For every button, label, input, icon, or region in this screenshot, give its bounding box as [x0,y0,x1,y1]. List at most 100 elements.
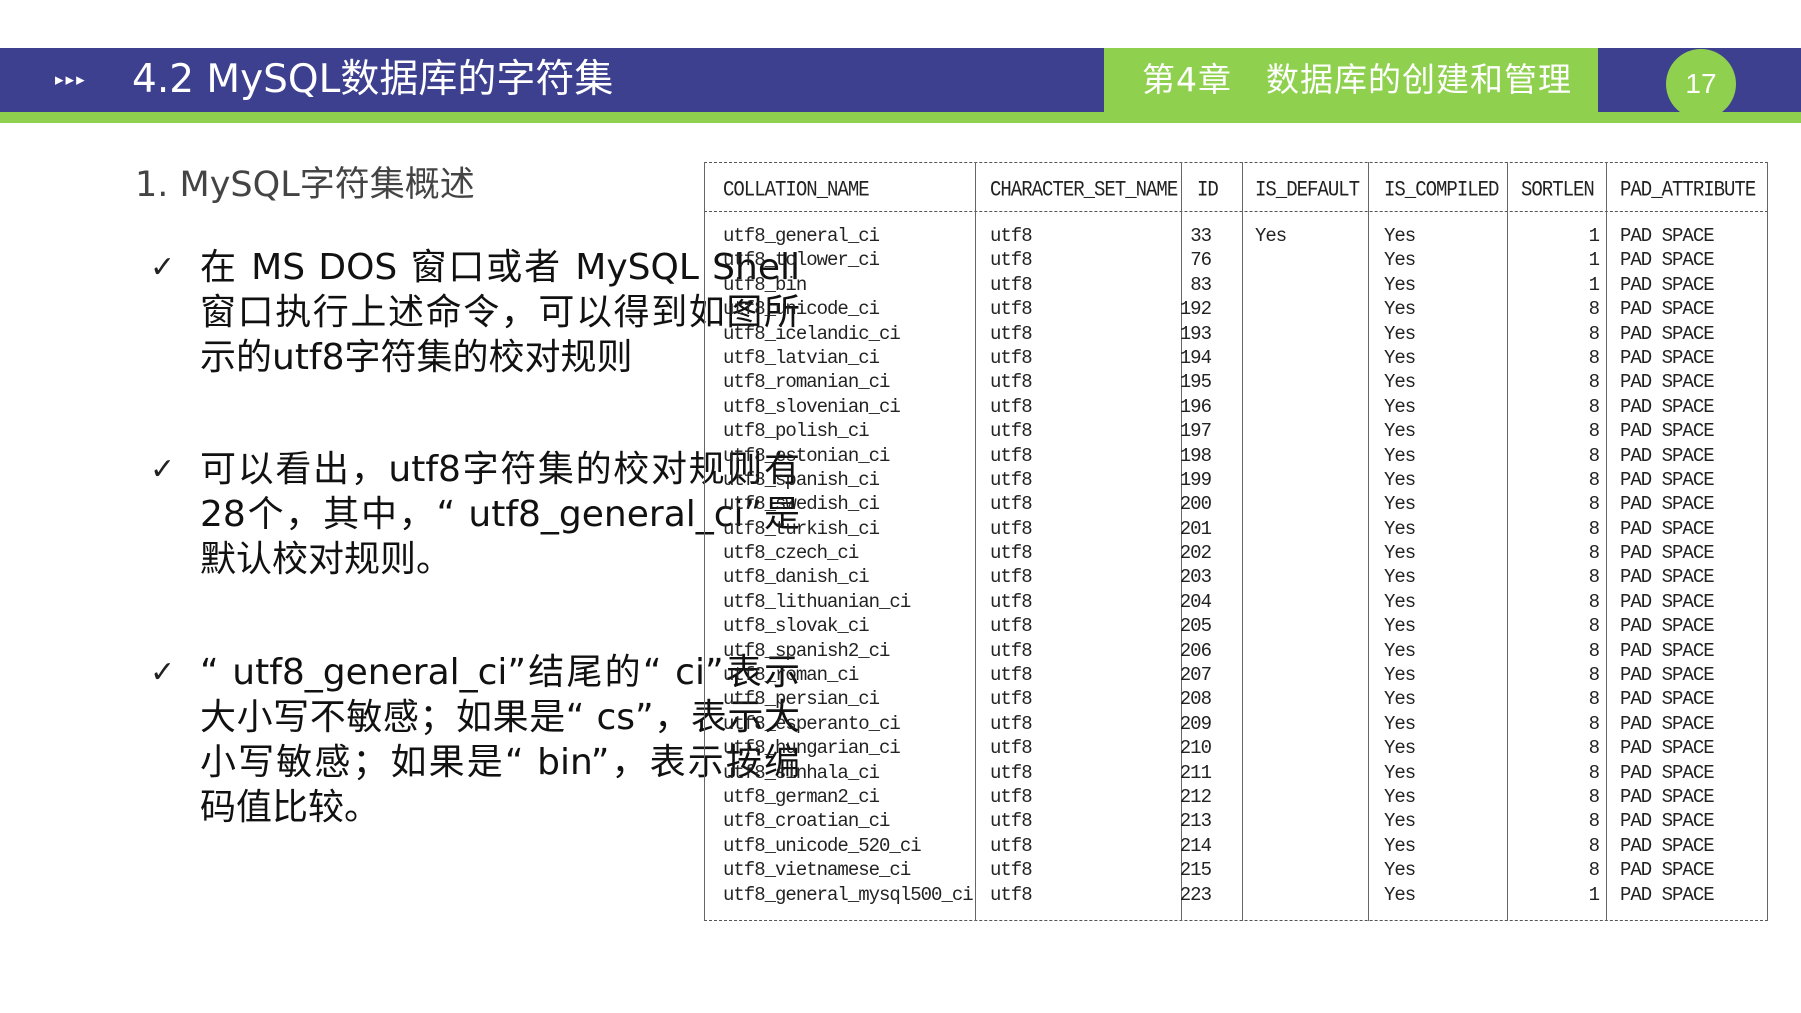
table-row: utf8_icelandic_ci utf8 193 Yes 8 PAD SPACE [704,322,1768,346]
sortlen-cell: 8 [1588,444,1600,467]
charset-cell: utf8 [990,761,1033,784]
column-header: IS_COMPILED [1384,177,1499,203]
is-compiled-cell: Yes [1384,810,1416,833]
sortlen-cell: 8 [1588,395,1600,418]
table-row: utf8_croatian_ci utf8 213 Yes 8 PAD SPACE [704,809,1768,833]
is-compiled-cell: Yes [1384,395,1416,418]
sortlen-cell: 1 [1588,249,1600,272]
pad-attribute-cell: PAD SPACE [1620,322,1715,345]
is-compiled-cell: Yes [1384,834,1416,857]
table-row: utf8_esperanto_ci utf8 209 Yes 8 PAD SPACE [704,712,1768,736]
pad-attribute-cell: PAD SPACE [1620,517,1715,540]
id-cell: 203 [1179,566,1212,589]
pad-attribute-cell: PAD SPACE [1620,810,1715,833]
is-compiled-cell: Yes [1384,371,1416,394]
id-cell: 199 [1179,468,1212,491]
sortlen-cell: 8 [1588,590,1600,613]
sortlen-cell: 8 [1588,542,1600,565]
is-compiled-cell: Yes [1384,883,1416,906]
collation-name-cell: utf8_icelandic_ci [723,322,901,345]
collation-name-cell: utf8_persian_ci [723,688,880,711]
table-row: utf8_slovenian_ci utf8 196 Yes 8 PAD SPACE [704,395,1768,419]
collation-name-cell: utf8_danish_ci [723,566,870,589]
table-row: utf8_hungarian_ci utf8 210 Yes 8 PAD SPACE [704,736,1768,760]
table-row: utf8_spanish2_ci utf8 206 Yes 8 PAD SPACE [704,639,1768,663]
collation-name-cell: utf8_turkish_ci [723,517,880,540]
pad-attribute-cell: PAD SPACE [1620,395,1715,418]
id-cell: 215 [1179,859,1212,882]
is-compiled-cell: Yes [1384,590,1416,613]
id-cell: 198 [1179,444,1212,467]
id-cell: 213 [1179,810,1212,833]
charset-cell: utf8 [990,737,1033,760]
id-cell: 211 [1179,761,1212,784]
charset-cell: utf8 [990,322,1033,345]
pad-attribute-cell: PAD SPACE [1620,444,1715,467]
collation-name-cell: utf8_unicode_520_ci [723,834,922,857]
column-header: SORTLEN [1521,177,1595,203]
pad-attribute-cell: PAD SPACE [1620,542,1715,565]
is-compiled-cell: Yes [1384,346,1416,369]
pad-attribute-cell: PAD SPACE [1620,493,1715,516]
collation-name-cell: utf8_roman_ci [723,664,859,687]
id-cell: 197 [1179,420,1212,443]
charset-cell: utf8 [990,468,1033,491]
check-icon: ✓ [150,452,176,487]
table-row: utf8_latvian_ci utf8 194 Yes 8 PAD SPACE [704,346,1768,370]
is-compiled-cell: Yes [1384,615,1416,638]
pad-attribute-cell: PAD SPACE [1620,420,1715,443]
is-compiled-cell: Yes [1384,542,1416,565]
table-header-separator [704,211,1768,212]
table-row: utf8_general_mysql500_ci utf8 223 Yes 1 PAD S… [704,883,1768,907]
sortlen-cell: 8 [1588,761,1600,784]
table-border-bottom [704,920,1768,921]
collation-name-cell: utf8_croatian_ci [723,810,890,833]
collation-name-cell: utf8_german2_ci [723,785,880,808]
table-row: utf8_slovak_ci utf8 205 Yes 8 PAD SPACE [704,614,1768,638]
chapter-label: 第4章 数据库的创建和管理 [1142,60,1572,99]
pad-attribute-cell: PAD SPACE [1620,761,1715,784]
sortlen-cell: 8 [1588,639,1600,662]
id-cell: 208 [1179,688,1212,711]
is-compiled-cell: Yes [1384,664,1416,687]
charset-cell: utf8 [990,615,1033,638]
pad-attribute-cell: PAD SPACE [1620,859,1715,882]
collation-name-cell: utf8_slovenian_ci [723,395,901,418]
sortlen-cell: 8 [1588,566,1600,589]
collation-name-cell: utf8_romanian_ci [723,371,890,394]
collation-name-cell: utf8_swedish_ci [723,493,880,516]
is-compiled-cell: Yes [1384,785,1416,808]
charset-cell: utf8 [990,273,1033,296]
section-heading: 1. MySQL字符集概述 [135,165,475,205]
collation-name-cell: utf8_bin [723,273,807,296]
table-row: utf8_estonian_ci utf8 198 Yes 8 PAD SPACE [704,444,1768,468]
sortlen-cell: 8 [1588,420,1600,443]
sortlen-cell: 8 [1588,298,1600,321]
pad-attribute-cell: PAD SPACE [1620,639,1715,662]
id-cell: 192 [1179,298,1212,321]
table-row: utf8_roman_ci utf8 207 Yes 8 PAD SPACE [704,663,1768,687]
charset-cell: utf8 [990,785,1033,808]
pad-attribute-cell: PAD SPACE [1620,566,1715,589]
sortlen-cell: 1 [1588,225,1600,247]
collation-name-cell: utf8_polish_ci [723,420,870,443]
charset-cell: utf8 [990,834,1033,857]
sortlen-cell: 8 [1588,346,1600,369]
collation-name-cell: utf8_unicode_ci [723,298,880,321]
sortlen-cell: 8 [1588,785,1600,808]
charset-cell: utf8 [990,542,1033,565]
charset-cell: utf8 [990,225,1033,247]
page-number-badge: 17 [1666,49,1736,119]
is-compiled-cell: Yes [1384,688,1416,711]
collation-name-cell: utf8_general_mysql500_ci [723,883,974,906]
charset-cell: utf8 [990,371,1033,394]
collation-name-cell: utf8_vietnamese_ci [723,859,911,882]
collation-result-table: COLLATION_NAME CHARACTER_SET_NAME ID IS_… [704,162,1768,921]
table-row: utf8_lithuanian_ci utf8 204 Yes 8 PAD SPACE [704,590,1768,614]
is-compiled-cell: Yes [1384,859,1416,882]
id-cell: 214 [1179,834,1212,857]
collation-name-cell: utf8_general_ci [723,225,880,247]
collation-name-cell: utf8_czech_ci [723,542,859,565]
pad-attribute-cell: PAD SPACE [1620,883,1715,906]
sortlen-cell: 8 [1588,859,1600,882]
